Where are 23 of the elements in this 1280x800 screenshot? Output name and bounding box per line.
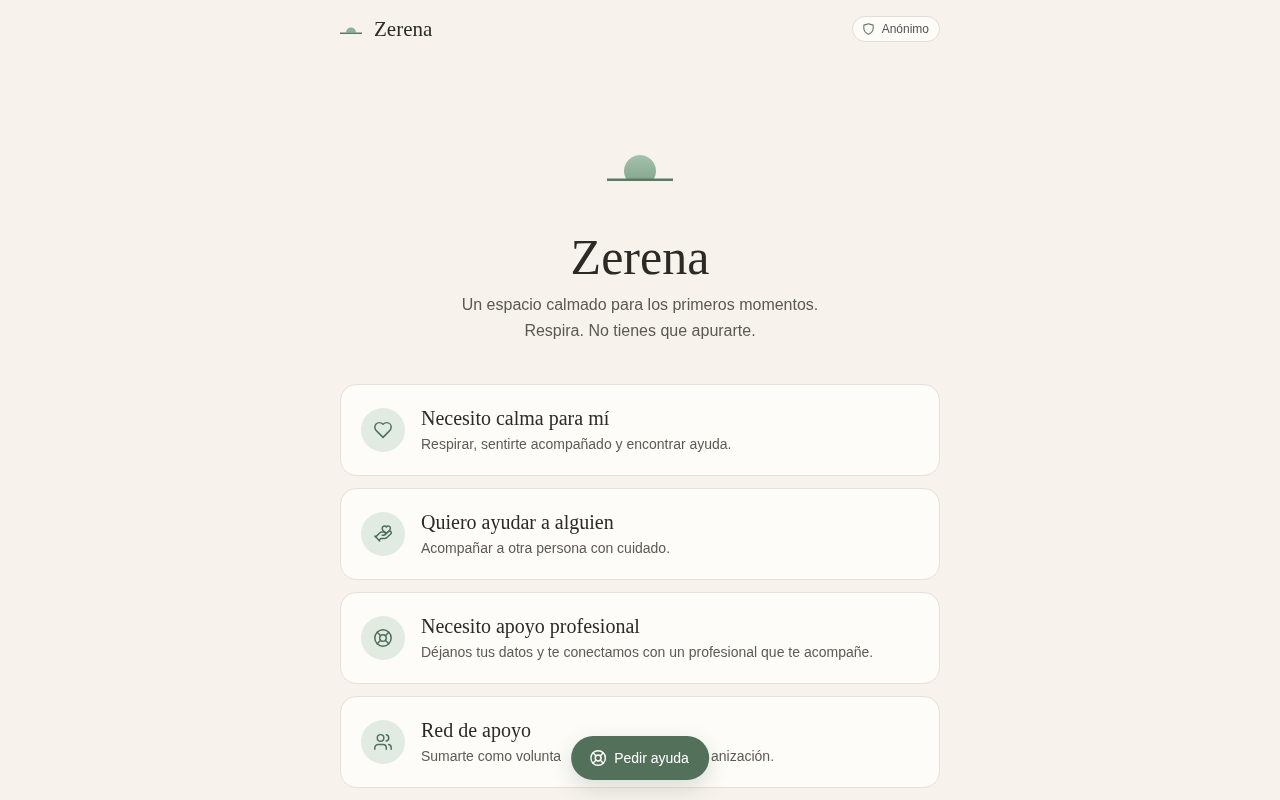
option-title: Necesito apoyo profesional	[421, 614, 640, 638]
option-card[interactable]: Quiero ayudar a alguien Acompañar a otra persona con cuidado.	[340, 488, 940, 580]
option-description: Sumarte como volunta	[421, 747, 562, 766]
anonymous-badge: Anónimo	[851, 16, 940, 42]
life-buoy-icon	[361, 616, 405, 660]
life-buoy-icon	[590, 750, 607, 766]
brand-name: Zerena	[374, 16, 433, 42]
subtitle-text: Un espacio calmado para los primeros momentos.	[461, 295, 819, 315]
option-description: anización.	[711, 747, 775, 766]
option-title: Necesito calma para mí	[421, 406, 610, 430]
people-icon	[361, 720, 405, 764]
option-description: Déjanos tus datos y te conectamos con un profesional que te acompañe.	[421, 643, 874, 662]
option-card[interactable]: Necesito apoyo profesional Déjanos tus datos y te conectamos con un profesional que te acompañe.	[340, 592, 940, 684]
app-title: Zerena	[570, 228, 710, 286]
sunrise-logo-icon	[607, 155, 673, 181]
help-button[interactable]: Pedir ayuda	[571, 736, 709, 780]
option-description: Respirar, sentirte acompañado y encontrar ayuda.	[421, 435, 732, 454]
option-title: Red de apoyo	[421, 718, 531, 742]
subtitle-text: Respira. No tienes que apurarte.	[524, 321, 756, 341]
option-description: Acompañar a otra persona con cuidado.	[421, 539, 671, 558]
option-title: Quiero ayudar a alguien	[421, 510, 614, 534]
option-card[interactable]: Necesito calma para mí Respirar, sentirte acompañado y encontrar ayuda.	[340, 384, 940, 476]
shield-icon	[862, 23, 874, 35]
